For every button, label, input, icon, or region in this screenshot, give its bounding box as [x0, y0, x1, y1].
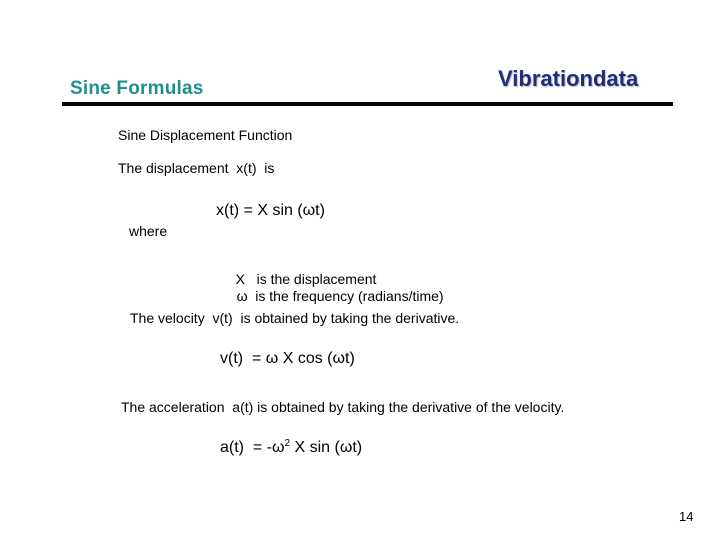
velocity-intro: The velocity v(t) is obtained by taking …	[130, 310, 460, 326]
displacement-intro: The displacement x(t) is	[118, 160, 275, 176]
acceleration-equation-suffix: X sin (ωt)	[290, 439, 363, 456]
acceleration-intro: The acceleration a(t) is obtained by tak…	[121, 399, 565, 415]
page-number: 14	[679, 509, 694, 524]
where-label: where	[129, 223, 168, 239]
definition-text: is the frequency (radians/time)	[255, 288, 444, 304]
slide-title: Sine Formulas	[70, 78, 204, 99]
displacement-equation: x(t) = X sin (ωt)	[216, 202, 325, 219]
header-divider	[62, 102, 673, 106]
section-heading: Sine Displacement Function	[118, 127, 293, 143]
acceleration-equation: a(t) = -ω2 X sin (ωt)	[220, 439, 362, 456]
definition-symbol: ω	[236, 288, 248, 304]
brand-logo-text: Vibrationdata	[498, 66, 639, 91]
acceleration-equation-prefix: a(t) = -ω	[220, 439, 285, 456]
velocity-equation: v(t) = ω X cos (ωt)	[220, 350, 355, 367]
